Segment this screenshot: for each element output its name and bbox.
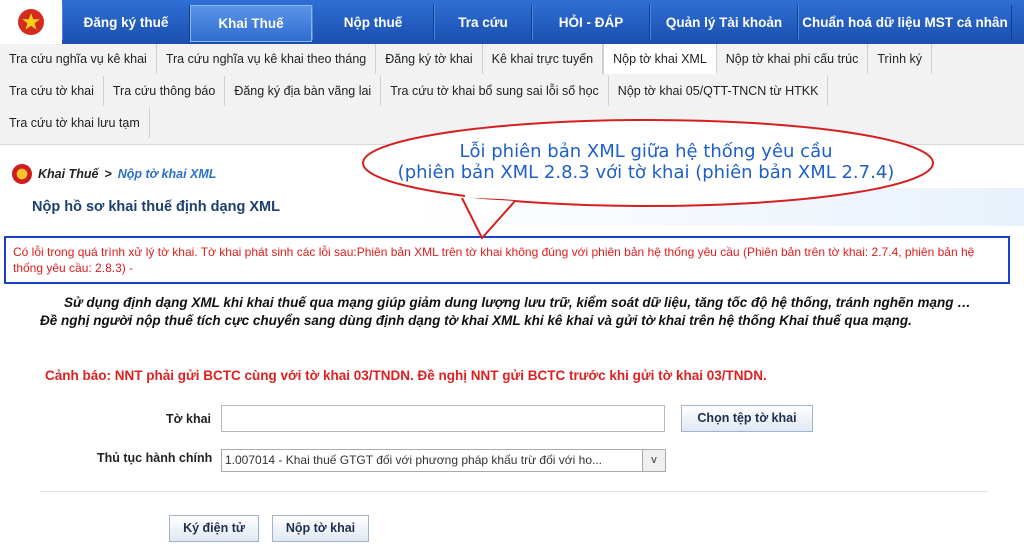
emblem-icon bbox=[12, 164, 32, 184]
subnav-row-1: Tra cứu nghĩa vụ kê khai Tra cứu nghĩa v… bbox=[0, 44, 933, 74]
to-khai-label: Tờ khai bbox=[166, 412, 212, 426]
file-path-input[interactable] bbox=[221, 405, 665, 432]
tab-quan-ly-tai-khoan[interactable]: Quản lý Tài khoản bbox=[650, 5, 798, 40]
sub-navigation: Tra cứu nghĩa vụ kê khai Tra cứu nghĩa v… bbox=[0, 44, 1024, 145]
subnav-trinh-ky[interactable]: Trình ký bbox=[868, 44, 933, 74]
submit-button[interactable]: Nộp tờ khai bbox=[272, 515, 369, 542]
warning-text: Cảnh báo: NNT phải gửi BCTC cùng với tờ … bbox=[45, 368, 767, 383]
breadcrumb-home[interactable]: Khai Thuế bbox=[38, 167, 98, 181]
subnav-ke-khai-truc-tuyen[interactable]: Kê khai trực tuyến bbox=[483, 44, 604, 74]
subnav-nop-to-khai-phi-cau-truc[interactable]: Nộp tờ khai phi cấu trúc bbox=[717, 44, 869, 74]
subnav-tra-cuu-to-khai-luu-tam[interactable]: Tra cứu tờ khai lưu tạm bbox=[0, 108, 150, 138]
subnav-dang-ky-to-khai[interactable]: Đăng ký tờ khai bbox=[376, 44, 483, 74]
callout-line-2: (phiên bản XML 2.8.3 với tờ khai (phiên … bbox=[397, 162, 895, 183]
tab-dang-ky-thue[interactable]: Đăng ký thuế bbox=[62, 5, 190, 40]
tab-hoi-dap[interactable]: HỎI - ĐÁP bbox=[532, 5, 650, 40]
tab-khai-thue[interactable]: Khai Thuế bbox=[190, 5, 312, 42]
thu-tuc-select[interactable]: 1.007014 - Khai thuế GTGT đối với phương… bbox=[221, 449, 666, 472]
breadcrumb: Khai Thuế > Nộp tờ khai XML bbox=[12, 163, 216, 185]
info-paragraph: Sử dụng định dạng XML khi khai thuế qua … bbox=[40, 295, 971, 328]
chevron-down-icon[interactable]: v bbox=[642, 450, 665, 471]
subnav-tra-cuu-to-khai[interactable]: Tra cứu tờ khai bbox=[0, 76, 104, 106]
tab-nop-thue[interactable]: Nộp thuế bbox=[312, 5, 434, 40]
subnav-tra-cuu-to-khai-bo-sung[interactable]: Tra cứu tờ khai bổ sung sai lỗi số học bbox=[381, 76, 609, 106]
error-message: Có lỗi trong quá trình xử lý tờ khai. Tờ… bbox=[4, 236, 1010, 284]
subnav-tra-cuu-thong-bao[interactable]: Tra cứu thông báo bbox=[104, 76, 226, 106]
thu-tuc-selected-value: 1.007014 - Khai thuế GTGT đối với phương… bbox=[225, 453, 602, 467]
form-divider bbox=[40, 491, 988, 492]
subnav-tra-cuu-nghia-vu-ke-khai[interactable]: Tra cứu nghĩa vụ kê khai bbox=[0, 44, 157, 74]
tab-tra-cuu[interactable]: Tra cứu bbox=[434, 5, 532, 40]
subnav-row-3: Tra cứu tờ khai lưu tạm bbox=[0, 108, 150, 138]
breadcrumb-current[interactable]: Nộp tờ khai XML bbox=[118, 167, 217, 181]
error-text: Có lỗi trong quá trình xử lý tờ khai. Tờ… bbox=[13, 245, 975, 275]
subnav-dang-ky-dia-ban-vang-lai[interactable]: Đăng ký địa bàn vãng lai bbox=[225, 76, 382, 106]
choose-file-button[interactable]: Chọn tệp tờ khai bbox=[681, 405, 813, 432]
thu-tuc-hanh-chinh-label: Thủ tục hành chính bbox=[97, 451, 213, 465]
subnav-nop-to-khai-05-qtt-tncn[interactable]: Nộp tờ khai 05/QTT-TNCN từ HTKK bbox=[609, 76, 829, 106]
callout-line-1: Lỗi phiên bản XML giữa hệ thống yêu cầu bbox=[459, 141, 833, 162]
site-logo[interactable] bbox=[0, 0, 62, 44]
top-navigation: Đăng ký thuế Khai Thuế Nộp thuế Tra cứu … bbox=[0, 0, 1024, 44]
subnav-tra-cuu-nghia-vu-theo-thang[interactable]: Tra cứu nghĩa vụ kê khai theo tháng bbox=[157, 44, 377, 74]
breadcrumb-separator: > bbox=[104, 167, 112, 181]
tab-chuan-hoa-du-lieu[interactable]: Chuẩn hoá dữ liệu MST cá nhân bbox=[798, 5, 1012, 40]
callout-text: Lỗi phiên bản XML giữa hệ thống yêu cầu … bbox=[368, 141, 924, 183]
subnav-nop-to-khai-xml[interactable]: Nộp tờ khai XML bbox=[603, 44, 717, 74]
subnav-row-2: Tra cứu tờ khai Tra cứu thông báo Đăng k… bbox=[0, 76, 829, 106]
emblem-icon bbox=[18, 9, 44, 35]
sign-button[interactable]: Ký điện tử bbox=[169, 515, 259, 542]
panel-title: Nộp hồ sơ khai thuế định dạng XML bbox=[32, 199, 280, 215]
